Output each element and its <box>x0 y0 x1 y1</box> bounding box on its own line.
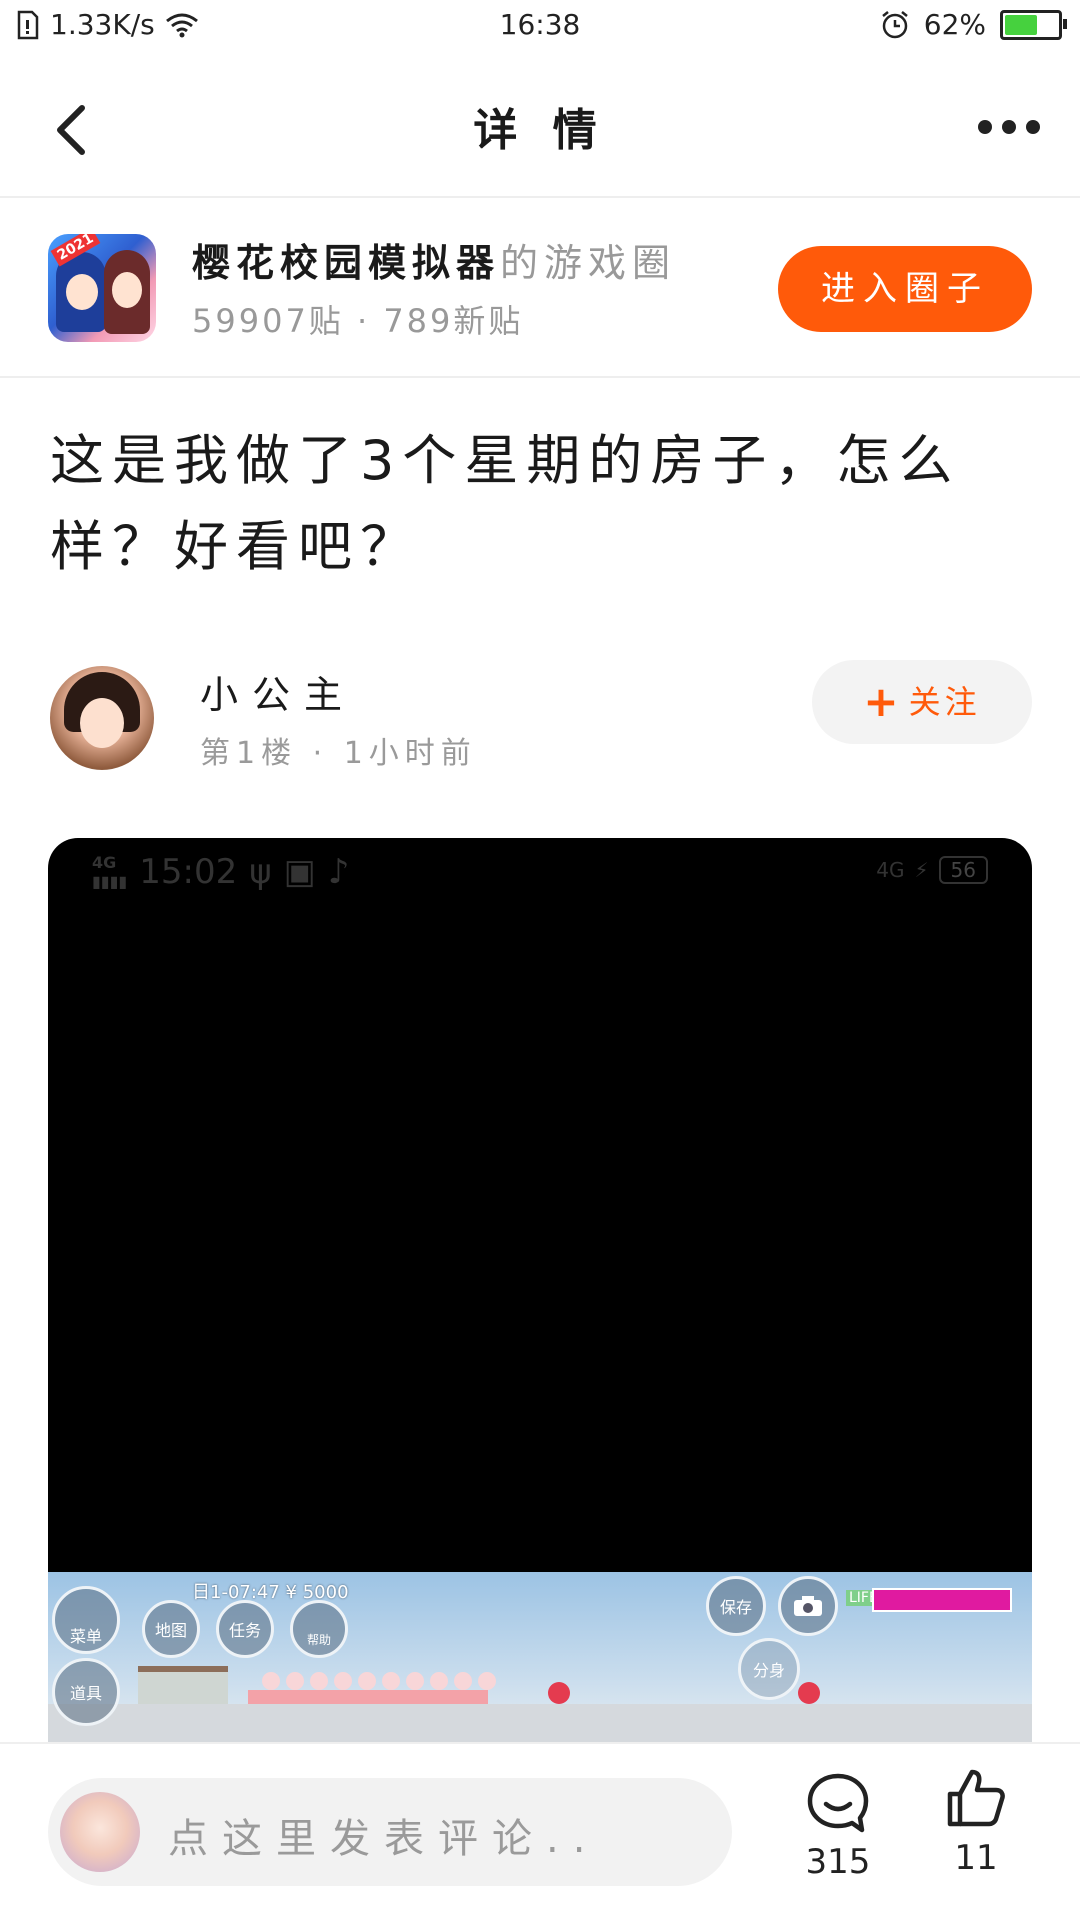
comment-icon <box>807 1773 869 1833</box>
game-circle-header[interactable]: 2021 樱花校园模拟器的游戏圈 59907贴 · 789新贴 进入圈子 <box>0 198 1080 378</box>
game-task-label: 任务 <box>228 1621 261 1640</box>
author-name[interactable]: 小公主 <box>200 664 356 719</box>
game-balloons <box>262 1672 496 1690</box>
game-save-label: 保存 <box>719 1598 752 1617</box>
game-props-button: 道具 <box>52 1658 120 1726</box>
image-status-bar: 4G ▮▮▮▮ 15:02 ψ ▣ ♪ <box>92 852 349 892</box>
comment-placeholder: 点这里发表评论.. <box>168 1816 600 1862</box>
game-logo[interactable]: 2021 <box>48 234 156 342</box>
game-scene: 日1-07:47 ¥ 5000 菜单 道具 地图 任务 帮助 保存 分身 LIF… <box>48 1572 1032 1744</box>
game-task-button: 任务 <box>216 1600 274 1658</box>
alarm-icon <box>881 10 908 38</box>
game-menu-label: 菜单 <box>69 1627 102 1646</box>
nav-bar: 详 情 <box>0 56 1080 198</box>
game-split-label: 分身 <box>752 1661 785 1680</box>
game-props-label: 道具 <box>69 1684 102 1703</box>
game-red-ball <box>798 1682 820 1704</box>
post-image[interactable]: 4G ▮▮▮▮ 15:02 ψ ▣ ♪ 4G ⚡ 56 日1-07:47 ¥ 50… <box>48 838 1032 1744</box>
circle-name: 樱花校园模拟器的游戏圈 <box>192 232 676 287</box>
image-status-right: 4G ⚡ 56 <box>876 856 988 884</box>
game-map-button: 地图 <box>142 1600 200 1658</box>
battery-percent: 62% <box>923 8 986 41</box>
enter-circle-button[interactable]: 进入圈子 <box>778 246 1032 332</box>
page-title: 详 情 <box>473 105 607 156</box>
life-bar <box>872 1588 1012 1612</box>
comments-button[interactable]: 315 <box>800 1772 876 1882</box>
comment-input[interactable]: 点这里发表评论.. <box>48 1778 732 1886</box>
game-help-button: 帮助 <box>290 1600 348 1658</box>
battery-icon <box>1000 9 1067 40</box>
camera-glyph <box>794 1596 822 1616</box>
battery-fill <box>1005 14 1037 35</box>
music-icon: ♪ <box>327 852 350 892</box>
follow-button[interactable]: + 关注 <box>812 660 1032 744</box>
circle-name-main: 樱花校园模拟器 <box>192 241 501 285</box>
game-save-button: 保存 <box>706 1576 766 1636</box>
circle-stats: 59907贴 · 789新贴 <box>192 302 524 340</box>
circle-name-suffix: 的游戏圈 <box>500 241 677 285</box>
thumbs-up-icon <box>947 1769 1005 1827</box>
status-right: 62% <box>880 8 1067 41</box>
more-options-icon[interactable] <box>978 120 1040 134</box>
game-menu-button: 菜单 <box>52 1586 120 1654</box>
author-meta: 第1楼 · 1小时前 <box>200 736 477 771</box>
follow-label: 关注 <box>908 683 981 721</box>
bottom-bar: 点这里发表评论.. 315 11 <box>0 1742 1080 1922</box>
image-battery: 56 <box>938 856 988 884</box>
camera-icon <box>778 1576 838 1636</box>
game-ground <box>48 1704 1032 1744</box>
plus-icon: + <box>863 677 903 726</box>
author-avatar[interactable] <box>50 666 154 770</box>
charging-icon: ⚡ <box>914 858 929 882</box>
game-map-label: 地图 <box>154 1621 187 1640</box>
game-help-label: 帮助 <box>306 1632 331 1647</box>
comment-count: 315 <box>805 1842 871 1882</box>
image-status-time: 15:02 <box>139 852 238 892</box>
game-red-ball <box>548 1682 570 1704</box>
user-avatar <box>60 1792 140 1872</box>
usb-icon: ψ <box>249 852 272 892</box>
post-title: 这是我做了3个星期的房子，怎么样？好看吧？ <box>50 429 961 578</box>
status-bar: 1.33K/s 16:38 62% <box>0 0 1080 52</box>
like-count: 11 <box>954 1838 998 1878</box>
image-signal-label: 4G <box>876 858 905 882</box>
image-signal-icon: 4G ▮▮▮▮ <box>92 853 128 891</box>
app-icon: ▣ <box>283 852 316 892</box>
like-button[interactable]: 11 <box>938 1766 1014 1878</box>
game-split-button: 分身 <box>738 1638 800 1700</box>
